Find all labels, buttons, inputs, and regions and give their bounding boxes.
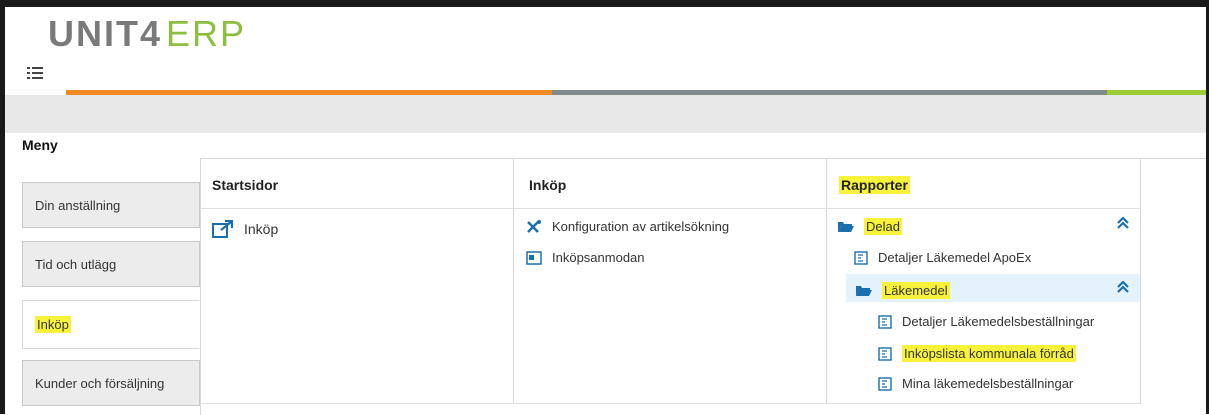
tab-din-anstallning[interactable]: Din anställning [22,182,200,228]
folder-open-icon [838,221,854,233]
menu-toggle-button[interactable] [27,66,49,88]
header-separator [200,208,1140,209]
app-window: UNIT4 ERP Meny Din anställning Tid och ut… [0,0,1209,415]
toolbar-strip [5,95,1206,133]
tab-tid-och-utlagg[interactable]: Tid och utlägg [22,241,200,287]
column-header-rapporter: Rapporter [839,176,910,194]
folder-label: Läkemedel [882,282,950,299]
column-inkop [513,158,827,404]
form-icon [526,250,542,265]
column-header-startsidor: Startsidor [212,177,279,193]
column-startsidor [200,158,514,404]
report-mina-lakemedelsbestallningar[interactable]: Mina läkemedelsbeställningar [878,376,1073,391]
folder-lakemedel[interactable]: Läkemedel [856,282,950,299]
logo-brand: UNIT4 [48,13,163,54]
open-external-icon [212,220,234,238]
tab-inkop[interactable]: Inköp [22,300,200,349]
tab-label: Kunder och försäljning [35,375,165,391]
folder-delad[interactable]: Delad [838,218,902,235]
tab-label: Din anställning [35,197,121,213]
window-border-top [0,0,1209,7]
collapse-delad-chevron-up-icon[interactable] [1116,216,1130,234]
report-label: Inköpslista kommunala förråd [902,345,1076,362]
startsida-inkop-link[interactable]: Inköp [212,220,278,238]
report-icon [854,250,868,265]
report-label: Detaljer Läkemedel ApoEx [878,250,1032,265]
tab-label: Tid och utlägg [35,256,117,272]
report-icon [878,376,892,391]
menu-item-inkopsanmodan[interactable]: Inköpsanmodan [526,250,645,265]
report-apoex[interactable]: Detaljer Läkemedel ApoEx [854,250,1031,265]
tab-label: Inköp [35,316,71,333]
report-label: Mina läkemedelsbeställningar [902,376,1074,391]
menu-item-konfiguration[interactable]: Konfiguration av artikelsökning [526,219,729,234]
menu-item-label: Konfiguration av artikelsökning [552,219,730,234]
tools-icon [526,219,542,234]
report-detaljer-lakemedelsbestallningar[interactable]: Detaljer Läkemedelsbeställningar [878,314,1094,329]
logo-product: ERP [166,13,247,54]
report-icon [878,346,892,361]
report-label: Detaljer Läkemedelsbeställningar [902,314,1095,329]
collapse-lakemedel-chevron-up-icon[interactable] [1116,280,1130,298]
unit4-logo: UNIT4 ERP [48,14,246,54]
tab-kunder-och-forsaljning[interactable]: Kunder och försäljning [22,360,200,406]
window-border-left [0,0,5,414]
report-icon [878,314,892,329]
bottom-separator [200,403,1140,404]
folder-open-icon [856,285,872,297]
report-inkopslista-kommunala-forrad[interactable]: Inköpslista kommunala förråd [878,345,1076,362]
menu-item-label: Inköpsanmodan [552,250,645,265]
menu-title: Meny [22,137,58,153]
folder-label: Delad [864,218,902,235]
hamburger-list-icon [27,67,43,79]
column-header-inkop: Inköp [529,177,567,193]
startsida-label: Inköp [244,221,279,237]
